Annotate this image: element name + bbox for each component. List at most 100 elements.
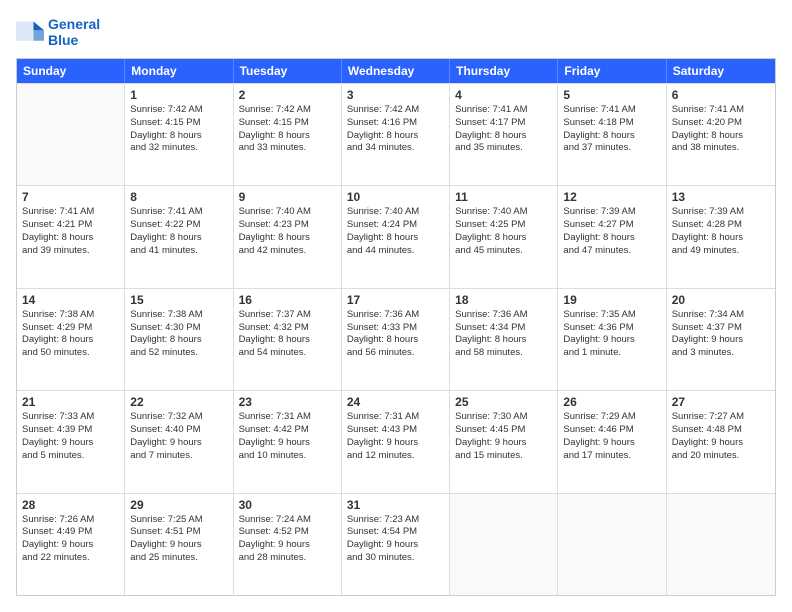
day-number: 9 xyxy=(239,190,336,204)
day-number: 31 xyxy=(347,498,444,512)
day-info: Sunrise: 7:41 AM Sunset: 4:18 PM Dayligh… xyxy=(563,104,660,155)
calendar-day-header: Sunday xyxy=(17,59,125,83)
calendar-day-header: Tuesday xyxy=(234,59,342,83)
day-info: Sunrise: 7:29 AM Sunset: 4:46 PM Dayligh… xyxy=(563,411,660,462)
logo-line1: General xyxy=(48,16,100,32)
day-number: 11 xyxy=(455,190,552,204)
calendar-cell: 18Sunrise: 7:36 AM Sunset: 4:34 PM Dayli… xyxy=(450,289,558,390)
calendar-cell: 3 Sunrise: 7:42 AM Sunset: 4:16 PM Daylig… xyxy=(342,84,450,185)
day-info: Sunrise: 7:25 AM Sunset: 4:51 PM Dayligh… xyxy=(130,514,227,565)
day-number: 15 xyxy=(130,293,227,307)
calendar-cell: 30Sunrise: 7:24 AM Sunset: 4:52 PM Dayli… xyxy=(234,494,342,595)
day-info: Sunrise: 7:41 AM Sunset: 4:22 PM Dayligh… xyxy=(130,206,227,257)
calendar-cell xyxy=(17,84,125,185)
calendar-cell: 13Sunrise: 7:39 AM Sunset: 4:28 PM Dayli… xyxy=(667,186,775,287)
day-number: 10 xyxy=(347,190,444,204)
day-number: 22 xyxy=(130,395,227,409)
calendar-cell: 23 Sunrise: 7:31 AM Sunset: 4:42 PM Dayli… xyxy=(234,391,342,492)
header: General Blue xyxy=(16,16,776,48)
day-info: Sunrise: 7:31 AM Sunset: 4:42 PM Dayligh… xyxy=(239,411,336,462)
calendar-cell: 31 Sunrise: 7:23 AM Sunset: 4:54 PM Dayli… xyxy=(342,494,450,595)
day-number: 16 xyxy=(239,293,336,307)
calendar-cell: 5 Sunrise: 7:41 AM Sunset: 4:18 PM Daylig… xyxy=(558,84,666,185)
calendar-week-row: 21 Sunrise: 7:33 AM Sunset: 4:39 PM Dayli… xyxy=(17,390,775,492)
day-info: Sunrise: 7:23 AM Sunset: 4:54 PM Dayligh… xyxy=(347,514,444,565)
day-info: Sunrise: 7:41 AM Sunset: 4:20 PM Dayligh… xyxy=(672,104,770,155)
day-number: 12 xyxy=(563,190,660,204)
calendar-day-header: Monday xyxy=(125,59,233,83)
calendar-body: 1Sunrise: 7:42 AM Sunset: 4:15 PM Daylig… xyxy=(17,83,775,595)
calendar-cell: 17Sunrise: 7:36 AM Sunset: 4:33 PM Dayli… xyxy=(342,289,450,390)
calendar-header: SundayMondayTuesdayWednesdayThursdayFrid… xyxy=(17,59,775,83)
calendar-cell: 26 Sunrise: 7:29 AM Sunset: 4:46 PM Dayli… xyxy=(558,391,666,492)
day-number: 25 xyxy=(455,395,552,409)
day-number: 1 xyxy=(130,88,227,102)
day-info: Sunrise: 7:30 AM Sunset: 4:45 PM Dayligh… xyxy=(455,411,552,462)
calendar-cell: 2Sunrise: 7:42 AM Sunset: 4:15 PM Daylig… xyxy=(234,84,342,185)
day-number: 27 xyxy=(672,395,770,409)
day-info: Sunrise: 7:33 AM Sunset: 4:39 PM Dayligh… xyxy=(22,411,119,462)
calendar-cell: 28 Sunrise: 7:26 AM Sunset: 4:49 PM Dayli… xyxy=(17,494,125,595)
day-info: Sunrise: 7:40 AM Sunset: 4:25 PM Dayligh… xyxy=(455,206,552,257)
calendar-week-row: 14Sunrise: 7:38 AM Sunset: 4:29 PM Dayli… xyxy=(17,288,775,390)
calendar: SundayMondayTuesdayWednesdayThursdayFrid… xyxy=(16,58,776,596)
logo-line2: Blue xyxy=(48,32,100,48)
day-info: Sunrise: 7:42 AM Sunset: 4:16 PM Dayligh… xyxy=(347,104,444,155)
day-info: Sunrise: 7:40 AM Sunset: 4:24 PM Dayligh… xyxy=(347,206,444,257)
calendar-cell: 9 Sunrise: 7:40 AM Sunset: 4:23 PM Daylig… xyxy=(234,186,342,287)
calendar-cell: 8Sunrise: 7:41 AM Sunset: 4:22 PM Daylig… xyxy=(125,186,233,287)
day-number: 5 xyxy=(563,88,660,102)
calendar-cell: 24 Sunrise: 7:31 AM Sunset: 4:43 PM Dayli… xyxy=(342,391,450,492)
day-number: 28 xyxy=(22,498,119,512)
day-info: Sunrise: 7:26 AM Sunset: 4:49 PM Dayligh… xyxy=(22,514,119,565)
calendar-cell: 25 Sunrise: 7:30 AM Sunset: 4:45 PM Dayli… xyxy=(450,391,558,492)
day-number: 23 xyxy=(239,395,336,409)
day-info: Sunrise: 7:36 AM Sunset: 4:33 PM Dayligh… xyxy=(347,309,444,360)
day-info: Sunrise: 7:41 AM Sunset: 4:17 PM Dayligh… xyxy=(455,104,552,155)
day-info: Sunrise: 7:39 AM Sunset: 4:27 PM Dayligh… xyxy=(563,206,660,257)
calendar-cell: 19 Sunrise: 7:35 AM Sunset: 4:36 PM Dayli… xyxy=(558,289,666,390)
day-info: Sunrise: 7:38 AM Sunset: 4:29 PM Dayligh… xyxy=(22,309,119,360)
calendar-cell: 16 Sunrise: 7:37 AM Sunset: 4:32 PM Dayli… xyxy=(234,289,342,390)
calendar-cell: 7 Sunrise: 7:41 AM Sunset: 4:21 PM Daylig… xyxy=(17,186,125,287)
calendar-day-header: Wednesday xyxy=(342,59,450,83)
calendar-cell: 22 Sunrise: 7:32 AM Sunset: 4:40 PM Dayli… xyxy=(125,391,233,492)
day-number: 21 xyxy=(22,395,119,409)
day-info: Sunrise: 7:40 AM Sunset: 4:23 PM Dayligh… xyxy=(239,206,336,257)
day-number: 20 xyxy=(672,293,770,307)
calendar-week-row: 28 Sunrise: 7:26 AM Sunset: 4:49 PM Dayli… xyxy=(17,493,775,595)
day-info: Sunrise: 7:35 AM Sunset: 4:36 PM Dayligh… xyxy=(563,309,660,360)
calendar-cell: 20 Sunrise: 7:34 AM Sunset: 4:37 PM Dayli… xyxy=(667,289,775,390)
calendar-cell xyxy=(667,494,775,595)
calendar-cell: 10 Sunrise: 7:40 AM Sunset: 4:24 PM Dayli… xyxy=(342,186,450,287)
logo-text: General Blue xyxy=(48,16,100,48)
day-number: 2 xyxy=(239,88,336,102)
calendar-day-header: Friday xyxy=(558,59,666,83)
calendar-cell: 15 Sunrise: 7:38 AM Sunset: 4:30 PM Dayli… xyxy=(125,289,233,390)
day-info: Sunrise: 7:31 AM Sunset: 4:43 PM Dayligh… xyxy=(347,411,444,462)
calendar-week-row: 1Sunrise: 7:42 AM Sunset: 4:15 PM Daylig… xyxy=(17,83,775,185)
day-info: Sunrise: 7:34 AM Sunset: 4:37 PM Dayligh… xyxy=(672,309,770,360)
day-number: 7 xyxy=(22,190,119,204)
day-number: 19 xyxy=(563,293,660,307)
day-number: 30 xyxy=(239,498,336,512)
day-info: Sunrise: 7:41 AM Sunset: 4:21 PM Dayligh… xyxy=(22,206,119,257)
day-number: 18 xyxy=(455,293,552,307)
calendar-cell: 4Sunrise: 7:41 AM Sunset: 4:17 PM Daylig… xyxy=(450,84,558,185)
day-number: 24 xyxy=(347,395,444,409)
day-info: Sunrise: 7:37 AM Sunset: 4:32 PM Dayligh… xyxy=(239,309,336,360)
page: General Blue SundayMondayTuesdayWednesda… xyxy=(0,0,792,612)
day-info: Sunrise: 7:32 AM Sunset: 4:40 PM Dayligh… xyxy=(130,411,227,462)
day-number: 3 xyxy=(347,88,444,102)
calendar-cell: 14Sunrise: 7:38 AM Sunset: 4:29 PM Dayli… xyxy=(17,289,125,390)
day-number: 29 xyxy=(130,498,227,512)
day-number: 26 xyxy=(563,395,660,409)
logo: General Blue xyxy=(16,16,100,48)
calendar-cell: 29 Sunrise: 7:25 AM Sunset: 4:51 PM Dayli… xyxy=(125,494,233,595)
logo-icon xyxy=(16,18,44,46)
calendar-cell: 11 Sunrise: 7:40 AM Sunset: 4:25 PM Dayli… xyxy=(450,186,558,287)
day-info: Sunrise: 7:38 AM Sunset: 4:30 PM Dayligh… xyxy=(130,309,227,360)
calendar-day-header: Thursday xyxy=(450,59,558,83)
calendar-cell: 21 Sunrise: 7:33 AM Sunset: 4:39 PM Dayli… xyxy=(17,391,125,492)
calendar-cell: 12 Sunrise: 7:39 AM Sunset: 4:27 PM Dayli… xyxy=(558,186,666,287)
